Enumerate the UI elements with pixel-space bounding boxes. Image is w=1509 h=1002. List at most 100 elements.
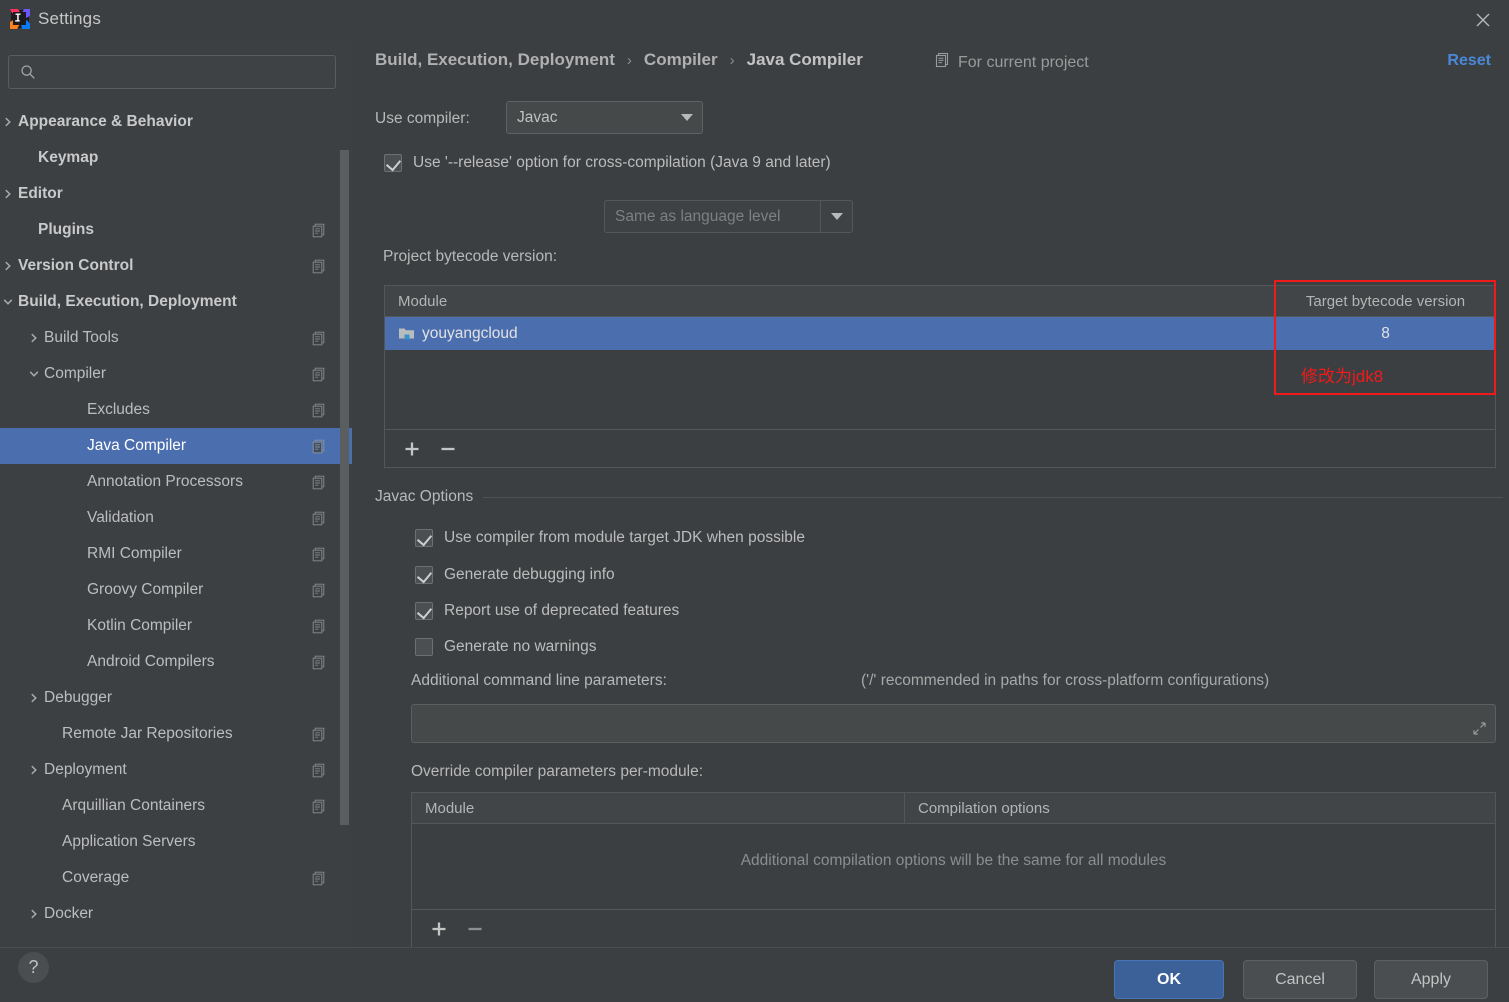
sidebar-item-kotlin-compiler[interactable]: Kotlin Compiler: [0, 608, 352, 644]
ok-button[interactable]: OK: [1114, 960, 1224, 999]
column-header-compilation-options[interactable]: Compilation options: [905, 793, 1495, 823]
expand-icon[interactable]: [1472, 721, 1487, 736]
sidebar-item-label: Java Compiler: [87, 437, 187, 454]
sidebar-item-arquillian-containers[interactable]: Arquillian Containers: [0, 788, 352, 824]
remove-override-button[interactable]: [462, 916, 488, 942]
use-release-option-label: Use '--release' option for cross-compila…: [413, 154, 831, 171]
cell-target-bytecode-version[interactable]: 8: [1276, 317, 1495, 350]
additional-params-input[interactable]: [411, 704, 1496, 743]
sidebar-item-appearance-behavior[interactable]: Appearance & Behavior: [0, 104, 352, 140]
search-box[interactable]: [8, 55, 336, 89]
chevron-down-icon[interactable]: [2, 296, 14, 308]
copy-scope-icon: [312, 223, 326, 238]
sidebar-item-remote-jar-repositories[interactable]: Remote Jar Repositories: [0, 716, 352, 752]
breadcrumb-item-2[interactable]: Compiler: [644, 50, 718, 70]
use-compiler-label: Use compiler:: [375, 110, 470, 127]
divider: [483, 496, 1503, 498]
search-input[interactable]: [36, 64, 335, 80]
chevron-right-icon[interactable]: [28, 332, 40, 344]
divider: [820, 201, 821, 232]
table-header-row: Module Target bytecode version: [385, 286, 1495, 317]
cancel-button[interactable]: Cancel: [1243, 960, 1357, 999]
table-row[interactable]: youyangcloud 8: [385, 317, 1495, 350]
sidebar-item-label: Groovy Compiler: [87, 581, 204, 598]
breadcrumb: Build, Execution, Deployment › Compiler …: [375, 50, 863, 70]
annotation-note: 修改为jdk8: [1301, 367, 1384, 386]
copy-scope-icon: [312, 547, 326, 562]
sidebar-item-annotation-processors[interactable]: Annotation Processors: [0, 464, 352, 500]
chevron-down-icon[interactable]: [28, 368, 40, 380]
sidebar-item-application-servers[interactable]: Application Servers: [0, 824, 352, 860]
sidebar-item-android-compilers[interactable]: Android Compilers: [0, 644, 352, 680]
sidebar-item-build-execution-deployment[interactable]: Build, Execution, Deployment: [0, 284, 352, 320]
sidebar-item-debugger[interactable]: Debugger: [0, 680, 352, 716]
project-bytecode-dropdown[interactable]: Same as language level: [604, 200, 853, 233]
cell-module[interactable]: youyangcloud: [385, 317, 1275, 350]
sidebar-item-groovy-compiler[interactable]: Groovy Compiler: [0, 572, 352, 608]
copy-scope-icon: [312, 655, 326, 670]
close-icon[interactable]: [1457, 0, 1509, 40]
javac-option-generate-no-warnings-checkbox[interactable]: Generate no warnings: [415, 638, 597, 656]
breadcrumb-item-1[interactable]: Build, Execution, Deployment: [375, 50, 615, 70]
sidebar-item-keymap[interactable]: Keymap: [0, 140, 352, 176]
javac-option-use-module-jdk-checkbox[interactable]: Use compiler from module target JDK when…: [415, 529, 805, 547]
apply-button[interactable]: Apply: [1374, 960, 1488, 999]
remove-module-button[interactable]: [435, 436, 461, 462]
use-compiler-dropdown[interactable]: Javac: [506, 101, 703, 134]
help-button[interactable]: ?: [18, 952, 49, 983]
dialog-footer: ? OK Cancel Apply: [0, 947, 1509, 1002]
javac-options-group-title: Javac Options: [375, 488, 474, 505]
cell-module-label: youyangcloud: [422, 324, 518, 342]
sidebar-item-label: Deployment: [44, 761, 127, 778]
sidebar-item-version-control[interactable]: Version Control: [0, 248, 352, 284]
sidebar-item-compiler[interactable]: Compiler: [0, 356, 352, 392]
copy-scope-icon: [312, 727, 326, 742]
breadcrumb-separator: ›: [626, 51, 632, 69]
chevron-right-icon[interactable]: [2, 188, 14, 200]
add-module-button[interactable]: [399, 436, 425, 462]
settings-main-panel: Build, Execution, Deployment › Compiler …: [353, 40, 1509, 947]
module-table-toolbar: [385, 429, 1495, 467]
sidebar-item-validation[interactable]: Validation: [0, 500, 352, 536]
column-header-module[interactable]: Module: [385, 286, 1275, 316]
sidebar-item-java-compiler[interactable]: Java Compiler: [0, 428, 352, 464]
sidebar-item-label: Annotation Processors: [87, 473, 243, 490]
use-release-option-checkbox[interactable]: Use '--release' option for cross-compila…: [384, 154, 831, 172]
javac-option-label: Use compiler from module target JDK when…: [444, 529, 805, 546]
add-override-button[interactable]: [426, 916, 452, 942]
override-table-empty-text: Additional compilation options will be t…: [740, 852, 1167, 869]
copy-scope-icon: [312, 619, 326, 634]
sidebar-item-label: Build, Execution, Deployment: [18, 293, 237, 310]
column-header-module[interactable]: Module: [412, 793, 904, 823]
search-icon: [20, 64, 36, 80]
chevron-right-icon[interactable]: [28, 692, 40, 704]
chevron-right-icon[interactable]: [28, 764, 40, 776]
sidebar-item-excludes[interactable]: Excludes: [0, 392, 352, 428]
javac-option-label: Report use of deprecated features: [444, 602, 680, 619]
copy-scope-icon: [312, 799, 326, 814]
javac-option-report-deprecated-checkbox[interactable]: Report use of deprecated features: [415, 602, 679, 620]
reset-link[interactable]: Reset: [1447, 52, 1491, 70]
for-current-project-label: For current project: [958, 53, 1089, 71]
sidebar-item-coverage[interactable]: Coverage: [0, 860, 352, 896]
copy-scope-icon: [935, 52, 950, 73]
sidebar-item-build-tools[interactable]: Build Tools: [0, 320, 352, 356]
sidebar-item-deployment[interactable]: Deployment: [0, 752, 352, 788]
sidebar-scrollbar[interactable]: [340, 150, 349, 825]
checkbox-indicator: [415, 529, 433, 547]
javac-option-generate-debugging-info-checkbox[interactable]: Generate debugging info: [415, 566, 615, 584]
sidebar-item-rmi-compiler[interactable]: RMI Compiler: [0, 536, 352, 572]
sidebar-item-docker[interactable]: Docker: [0, 896, 352, 932]
chevron-right-icon[interactable]: [2, 116, 14, 128]
sidebar-item-plugins[interactable]: Plugins: [0, 212, 352, 248]
column-header-target-bytecode-version[interactable]: Target bytecode version: [1276, 286, 1495, 316]
chevron-down-icon: [831, 213, 843, 220]
chevron-right-icon[interactable]: [2, 260, 14, 272]
override-params-label: Override compiler parameters per-module:: [411, 763, 704, 780]
for-current-project-indicator: For current project: [935, 52, 1089, 73]
project-bytecode-value: Same as language level: [615, 207, 781, 225]
sidebar-item-editor[interactable]: Editor: [0, 176, 352, 212]
chevron-right-icon[interactable]: [28, 908, 40, 920]
sidebar-item-label: Editor: [18, 185, 63, 202]
chevron-down-icon: [681, 114, 693, 121]
